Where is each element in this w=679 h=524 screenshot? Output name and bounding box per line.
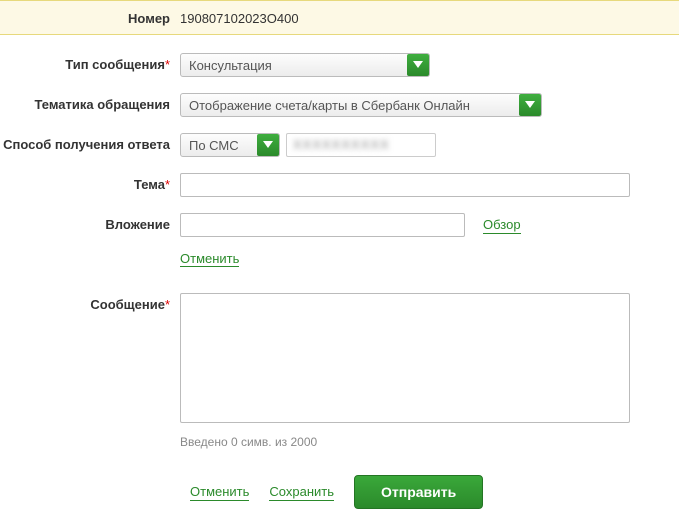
select-message-type[interactable]: Консультация — [180, 53, 430, 77]
label-topic: Тематика обращения — [0, 93, 180, 112]
message-textarea[interactable] — [180, 293, 630, 423]
chevron-down-icon — [407, 54, 429, 76]
chevron-down-icon — [257, 134, 279, 156]
row-message: Сообщение* Введено 0 симв. из 2000 — [0, 285, 679, 457]
label-number: Номер — [0, 9, 180, 26]
char-counter: Введено 0 симв. из 2000 — [180, 435, 317, 449]
subject-input[interactable] — [180, 173, 630, 197]
label-message: Сообщение* — [0, 293, 180, 312]
message-form: Номер 190807102023О400 Тип сообщения* Ко… — [0, 0, 679, 509]
cancel-link[interactable]: Отменить — [190, 484, 249, 501]
number-value: 190807102023О400 — [180, 9, 299, 26]
select-topic[interactable]: Отображение счета/карты в Сбербанк Онлай… — [180, 93, 542, 117]
attachment-path-input[interactable] — [180, 213, 465, 237]
label-subject: Тема* — [0, 173, 180, 192]
row-number: Номер 190807102023О400 — [0, 0, 679, 35]
attachment-cancel-link[interactable]: Отменить — [180, 251, 239, 267]
label-message-type: Тип сообщения* — [0, 53, 180, 72]
row-attachment: Вложение Обзор Отменить — [0, 205, 679, 275]
label-answer-method: Способ получения ответа — [0, 133, 180, 152]
row-answer-method: Способ получения ответа По СМС XXXXXXXXX… — [0, 125, 679, 165]
row-subject: Тема* — [0, 165, 679, 205]
label-attachment: Вложение — [0, 213, 180, 232]
row-message-type: Тип сообщения* Консультация — [0, 45, 679, 85]
save-link[interactable]: Сохранить — [269, 484, 334, 501]
select-answer-method[interactable]: По СМС — [180, 133, 280, 157]
browse-link[interactable]: Обзор — [483, 217, 521, 234]
phone-masked: XXXXXXXXXX — [286, 133, 436, 157]
chevron-down-icon — [519, 94, 541, 116]
row-topic: Тематика обращения Отображение счета/кар… — [0, 85, 679, 125]
